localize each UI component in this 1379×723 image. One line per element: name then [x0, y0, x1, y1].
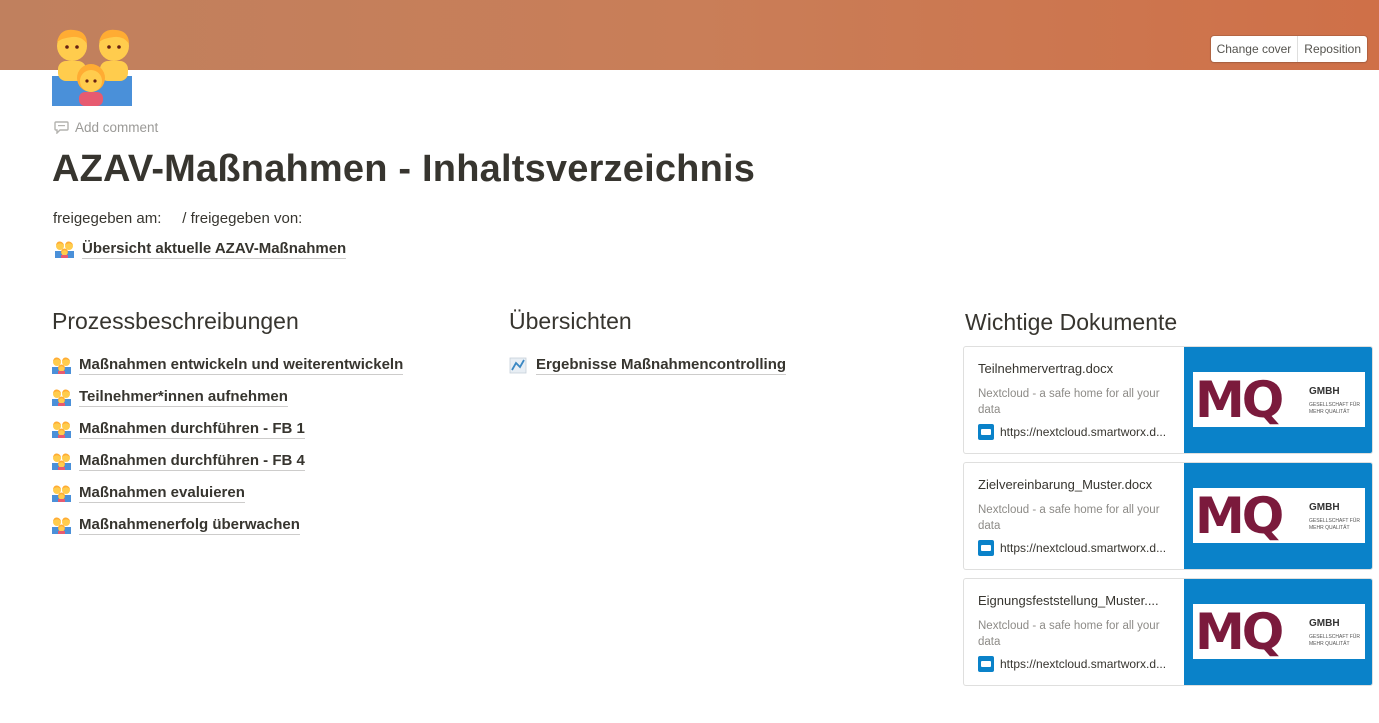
family-emoji-icon [52, 516, 71, 534]
section-heading: Übersichten [509, 308, 632, 334]
cover-actions: Change cover Reposition [1210, 36, 1367, 62]
mq-logo: MQ GMBH GESELLSCHAFT FÜR MEHR QUALITÄT [1193, 487, 1365, 545]
bookmark-card[interactable]: Teilnehmervertrag.docx Nextcloud - a saf… [963, 346, 1373, 454]
bookmark-url-text: https://nextcloud.smartworx.d... [1000, 541, 1167, 555]
page-link[interactable]: Maßnahmen durchführen - FB 4 [52, 445, 403, 477]
bookmark-text: Zielvereinbarung_Muster.docx Nextcloud -… [964, 463, 1184, 569]
bookmark-description: Nextcloud - a safe home for all your dat… [978, 620, 1160, 648]
column-wichtige-dokumente: Wichtige Dokumente Teilnehmervertrag.doc… [963, 308, 1373, 694]
page-link-label: Maßnahmen durchführen - FB 4 [79, 451, 305, 471]
page-link-label: Maßnahmenerfolg überwachen [79, 515, 300, 535]
bookmark-url: https://nextcloud.smartworx.d... [978, 540, 1170, 556]
page-link-label: Teilnehmer*innen aufnehmen [79, 387, 288, 407]
nextcloud-favicon-icon [978, 656, 994, 672]
page-link-label: Übersicht aktuelle AZAV-Maßnahmen [82, 240, 347, 259]
bookmark-title: Teilnehmervertrag.docx [978, 361, 1114, 376]
page-cover [0, 0, 1379, 70]
bookmark-description: Nextcloud - a safe home for all your dat… [978, 504, 1160, 532]
bookmark-description: Nextcloud - a safe home for all your dat… [978, 388, 1160, 416]
page-link-label: Maßnahmen entwickeln und weiterentwickel… [79, 355, 404, 375]
add-comment-button[interactable]: Add comment [54, 120, 158, 135]
family-emoji-icon [55, 241, 74, 258]
mq-logo-gmbh: GMBH [1309, 618, 1340, 629]
nextcloud-favicon-icon [978, 540, 994, 556]
section-heading: Prozessbeschreibungen [52, 308, 299, 334]
bookmark-url: https://nextcloud.smartworx.d... [978, 424, 1170, 440]
comment-icon [54, 121, 69, 135]
page-link[interactable]: Maßnahmen durchführen - FB 1 [52, 413, 403, 445]
bookmark-card[interactable]: Zielvereinbarung_Muster.docx Nextcloud -… [963, 462, 1373, 570]
mq-logo-text: MQ [1195, 371, 1284, 429]
page-link-uebersicht[interactable]: Übersicht aktuelle AZAV-Maßnahmen [55, 240, 347, 259]
mq-logo-subtitle: GESELLSCHAFT FÜR MEHR QUALITÄT [1309, 518, 1361, 531]
family-emoji-icon [52, 388, 71, 406]
bookmark-title: Zielvereinbarung_Muster.docx [978, 477, 1153, 492]
mq-logo-gmbh: GMBH [1309, 386, 1340, 397]
column-uebersichten: Übersichten Ergebnisse Maßnahmencontroll… [509, 308, 787, 381]
family-emoji-icon [52, 356, 71, 374]
mq-logo-subtitle: GESELLSCHAFT FÜR MEHR QUALITÄT [1309, 634, 1361, 647]
bookmark-card[interactable]: Eignungsfeststellung_Muster.... Nextclou… [963, 578, 1373, 686]
column-prozessbeschreibungen: Prozessbeschreibungen Maßnahmen entwicke… [52, 308, 404, 541]
mq-logo-gmbh: GMBH [1309, 502, 1340, 513]
family-emoji-icon[interactable] [52, 28, 132, 106]
page-link[interactable]: Ergebnisse Maßnahmencontrolling [509, 349, 787, 381]
page-title[interactable]: AZAV-Maßnahmen - Inhaltsverzeichnis [52, 148, 755, 191]
page-link[interactable]: Maßnahmen evaluieren [52, 477, 403, 509]
bookmark-thumbnail: MQ GMBH GESELLSCHAFT FÜR MEHR QUALITÄT [1184, 579, 1372, 685]
page-link-label: Maßnahmen durchführen - FB 1 [79, 419, 305, 439]
bookmark-thumbnail: MQ GMBH GESELLSCHAFT FÜR MEHR QUALITÄT [1184, 463, 1372, 569]
bookmark-url-text: https://nextcloud.smartworx.d... [1000, 657, 1167, 671]
mq-logo: MQ GMBH GESELLSCHAFT FÜR MEHR QUALITÄT [1193, 603, 1365, 661]
family-emoji-icon [52, 420, 71, 438]
chart-increasing-icon [509, 357, 528, 374]
family-emoji-icon [52, 452, 71, 470]
mq-logo-subtitle: GESELLSCHAFT FÜR MEHR QUALITÄT [1309, 402, 1361, 415]
bookmark-url: https://nextcloud.smartworx.d... [978, 656, 1170, 672]
release-meta[interactable]: freigegeben am: / freigegeben von: [53, 210, 302, 227]
bookmark-text: Eignungsfeststellung_Muster.... Nextclou… [964, 579, 1184, 685]
mq-logo-text: MQ [1195, 487, 1284, 545]
family-emoji-icon [52, 484, 71, 502]
page-link-label: Ergebnisse Maßnahmencontrolling [536, 355, 787, 375]
mq-logo: MQ GMBH GESELLSCHAFT FÜR MEHR QUALITÄT [1193, 371, 1365, 429]
bookmark-thumbnail: MQ GMBH GESELLSCHAFT FÜR MEHR QUALITÄT [1184, 347, 1372, 453]
page-link[interactable]: Teilnehmer*innen aufnehmen [52, 381, 403, 413]
page-link[interactable]: Maßnahmenerfolg überwachen [52, 509, 403, 541]
change-cover-button[interactable]: Change cover [1211, 36, 1298, 62]
mq-logo-text: MQ [1195, 603, 1284, 661]
page-link-label: Maßnahmen evaluieren [79, 483, 245, 503]
add-comment-label: Add comment [75, 120, 159, 135]
nextcloud-favicon-icon [978, 424, 994, 440]
reposition-button[interactable]: Reposition [1297, 36, 1367, 62]
bookmark-title: Eignungsfeststellung_Muster.... [978, 593, 1159, 608]
bookmark-url-text: https://nextcloud.smartworx.d... [1000, 425, 1167, 439]
section-heading: Wichtige Dokumente [965, 309, 1178, 335]
page-link[interactable]: Maßnahmen entwickeln und weiterentwickel… [52, 349, 404, 381]
bookmark-text: Teilnehmervertrag.docx Nextcloud - a saf… [964, 347, 1184, 453]
